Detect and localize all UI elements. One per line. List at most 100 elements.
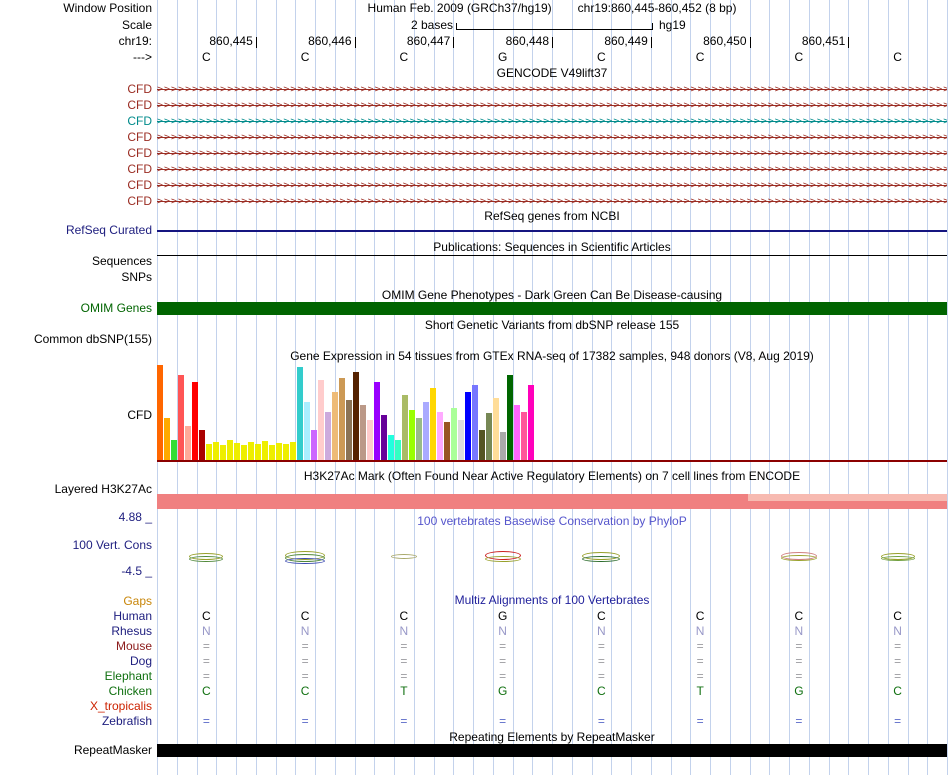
gencode-row-label[interactable]: CFD — [0, 113, 152, 129]
gencode-transcript[interactable]: >>>>>>>>>>>>>>>>>>>>>>>>>>>>>>>>>>>>>>>>… — [157, 81, 947, 97]
multiz-species-label[interactable]: Chicken — [0, 684, 152, 699]
gtex-tissue-bar[interactable] — [423, 402, 429, 460]
gtex-tissue-bar[interactable] — [234, 443, 240, 460]
gtex-tissue-bar[interactable] — [276, 443, 282, 460]
gtex-tissue-bar[interactable] — [332, 392, 338, 460]
gencode-transcript[interactable]: >>>>>>>>>>>>>>>>>>>>>>>>>>>>>>>>>>>>>>>>… — [157, 193, 947, 209]
gtex-tissue-bar[interactable] — [192, 382, 198, 460]
strand-label[interactable]: ---> — [0, 51, 152, 64]
gtex-tissue-bar[interactable] — [367, 420, 373, 460]
gtex-tissue-bar[interactable] — [528, 385, 534, 460]
gencode-transcript[interactable]: >>>>>>>>>>>>>>>>>>>>>>>>>>>>>>>>>>>>>>>>… — [157, 145, 947, 161]
conservation-mark[interactable] — [780, 549, 817, 565]
gencode-transcript[interactable]: >>>>>>>>>>>>>>>>>>>>>>>>>>>>>>>>>>>>>>>>… — [157, 113, 947, 129]
multiz-alignment-row[interactable]: = = = = = = = = — [157, 654, 947, 669]
repeatmasker-track[interactable] — [157, 744, 947, 757]
gencode-row-label[interactable]: CFD — [0, 193, 152, 209]
gtex-tissue-bar[interactable] — [318, 380, 324, 460]
gtex-tissue-bar[interactable] — [206, 444, 212, 460]
multiz-species-label[interactable]: Dog — [0, 654, 152, 669]
gencode-row-label[interactable]: CFD — [0, 97, 152, 113]
gtex-tissue-bar[interactable] — [514, 405, 520, 460]
gtex-tissue-bar[interactable] — [507, 375, 513, 460]
gtex-tissue-bar[interactable] — [262, 441, 268, 460]
gtex-tissue-bar[interactable] — [458, 420, 464, 460]
sequences-track[interactable] — [157, 255, 947, 256]
gtex-tissue-bar[interactable] — [171, 440, 177, 460]
gencode-row-label[interactable]: CFD — [0, 177, 152, 193]
gtex-tissue-bar[interactable] — [472, 385, 478, 460]
gtex-tissue-bar[interactable] — [157, 365, 163, 460]
gtex-tissue-bar[interactable] — [339, 378, 345, 460]
gtex-tissue-bar[interactable] — [437, 412, 443, 460]
gtex-tissue-bar[interactable] — [185, 426, 191, 460]
refseq-curated-track[interactable] — [157, 230, 947, 232]
conservation-mark[interactable] — [189, 549, 224, 565]
gtex-tissue-bar[interactable] — [290, 442, 296, 460]
multiz-species-label[interactable]: Mouse — [0, 639, 152, 654]
gtex-tissue-bar[interactable] — [451, 408, 457, 460]
refseq-curated-label[interactable]: RefSeq Curated — [0, 224, 152, 237]
conservation-mark[interactable] — [285, 549, 326, 565]
multiz-alignment-row[interactable]: = = = = = = = = — [157, 714, 947, 729]
gencode-transcript[interactable]: >>>>>>>>>>>>>>>>>>>>>>>>>>>>>>>>>>>>>>>>… — [157, 97, 947, 113]
multiz-alignment-row[interactable]: = = = = = = = = — [157, 669, 947, 684]
gencode-row-label[interactable]: CFD — [0, 145, 152, 161]
gtex-tissue-bar[interactable] — [304, 402, 310, 460]
h3k27ac-track[interactable] — [157, 494, 947, 509]
gtex-tissue-bar[interactable] — [381, 415, 387, 460]
common-dbsnp-label[interactable]: Common dbSNP(155) — [0, 333, 152, 346]
gtex-track[interactable] — [157, 364, 947, 460]
multiz-species-label[interactable]: Human — [0, 609, 152, 624]
gtex-tissue-bar[interactable] — [395, 440, 401, 460]
multiz-alignment-row[interactable]: CCCGCCCC — [157, 609, 947, 624]
gtex-tissue-bar[interactable] — [178, 375, 184, 460]
multiz-species-label[interactable]: Gaps — [0, 594, 152, 609]
gtex-tissue-bar[interactable] — [255, 444, 261, 460]
gtex-tissue-bar[interactable] — [283, 444, 289, 460]
multiz-species-label[interactable]: Elephant — [0, 669, 152, 684]
gtex-tissue-bar[interactable] — [374, 382, 380, 460]
multiz-species-label[interactable]: Rhesus — [0, 624, 152, 639]
multiz-alignment-row[interactable] — [157, 594, 947, 609]
gencode-transcript[interactable]: >>>>>>>>>>>>>>>>>>>>>>>>>>>>>>>>>>>>>>>>… — [157, 129, 947, 145]
gtex-tissue-bar[interactable] — [297, 367, 303, 460]
gencode-row-label[interactable]: CFD — [0, 129, 152, 145]
conservation-mark[interactable] — [484, 549, 521, 565]
omim-genes-label[interactable]: OMIM Genes — [0, 302, 152, 315]
gencode-transcript[interactable]: >>>>>>>>>>>>>>>>>>>>>>>>>>>>>>>>>>>>>>>>… — [157, 161, 947, 177]
omim-track[interactable] — [157, 302, 947, 315]
current-position[interactable]: chr19:860,445-860,452 (8 bp) — [578, 2, 737, 15]
gtex-tissue-bar[interactable] — [199, 430, 205, 460]
gtex-tissue-bar[interactable] — [479, 430, 485, 460]
gtex-tissue-bar[interactable] — [213, 442, 219, 460]
gtex-tissue-bar[interactable] — [164, 418, 170, 460]
conservation-mark[interactable] — [880, 549, 915, 565]
multiz-alignment-row[interactable]: NNNNNNNN — [157, 624, 947, 639]
conservation-track-label[interactable]: 100 Vert. Cons — [0, 539, 152, 552]
snps-label[interactable]: SNPs — [0, 271, 152, 284]
gencode-row-label[interactable]: CFD — [0, 81, 152, 97]
gtex-tissue-bar[interactable] — [360, 405, 366, 460]
multiz-species-label[interactable]: Zebrafish — [0, 714, 152, 729]
gencode-transcript[interactable]: >>>>>>>>>>>>>>>>>>>>>>>>>>>>>>>>>>>>>>>>… — [157, 177, 947, 193]
gtex-tissue-bar[interactable] — [227, 440, 233, 460]
conservation-mark[interactable] — [390, 549, 417, 565]
gtex-tissue-bar[interactable] — [521, 412, 527, 460]
multiz-alignment-row[interactable]: CCTGCTGC — [157, 684, 947, 699]
multiz-alignment-row[interactable]: = = = = = = = = — [157, 639, 947, 654]
gtex-tissue-bar[interactable] — [402, 395, 408, 460]
gtex-tissue-bar[interactable] — [388, 435, 394, 460]
gtex-tissue-bar[interactable] — [248, 442, 254, 460]
conservation-mark[interactable] — [582, 549, 621, 565]
gtex-tissue-bar[interactable] — [444, 422, 450, 460]
gtex-tissue-bar[interactable] — [465, 392, 471, 460]
gtex-tissue-bar[interactable] — [493, 398, 499, 460]
gtex-tissue-bar[interactable] — [500, 432, 506, 460]
multiz-species-label[interactable]: X_tropicalis — [0, 699, 152, 714]
layered-h3k27ac-label[interactable]: Layered H3K27Ac — [0, 483, 152, 496]
gtex-tissue-bar[interactable] — [241, 445, 247, 460]
gtex-tissue-bar[interactable] — [325, 412, 331, 460]
gtex-tissue-bar[interactable] — [220, 445, 226, 460]
gtex-tissue-bar[interactable] — [409, 410, 415, 460]
